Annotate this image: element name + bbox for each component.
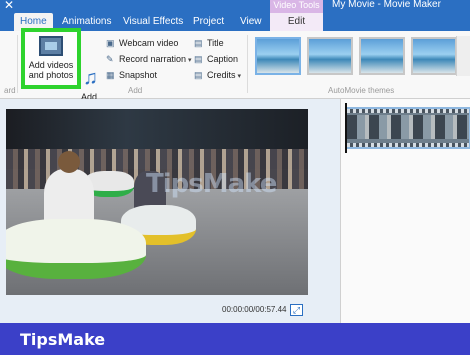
theme-thumbnail[interactable] [411, 37, 457, 75]
snapshot-button[interactable]: ▦ Snapshot [106, 68, 157, 82]
title-icon: ▤ [194, 38, 203, 48]
add-videos-and-photos-button[interactable]: Add videos and photos [21, 28, 81, 89]
theme-thumbnail[interactable] [359, 37, 405, 75]
film-photo-icon [39, 36, 63, 56]
footer-bar: TipsMake [0, 323, 470, 355]
filmstrip-edge [347, 143, 469, 147]
preview-pane: TipsMake 00:00:00/00:57.44 ⤢ [0, 99, 340, 323]
brand-logo: TipsMake [20, 330, 106, 349]
record-narration-button[interactable]: ✎ Record narration ▾ [106, 52, 192, 66]
ribbon-tab-bar: ✕ Home Animations Visual Effects Project… [0, 0, 470, 31]
title-button[interactable]: ▤ Title [194, 36, 224, 50]
webcam-icon: ▣ [106, 38, 115, 48]
bumper-car [6, 219, 146, 279]
movie-maker-window: ✕ Home Animations Visual Effects Project… [0, 0, 470, 323]
video-tools-label: Video Tools [273, 0, 320, 10]
watermark: TipsMake [146, 169, 277, 199]
group-label-themes: AutoMovie themes [328, 86, 395, 95]
caption-label: Caption [207, 54, 239, 64]
themes-scrollbar[interactable] [456, 36, 470, 76]
window-title: My Movie - Movie Maker [332, 0, 441, 10]
music-note-icon: ♫ [83, 67, 98, 89]
camera-icon: ▦ [106, 70, 115, 80]
tab-view[interactable]: View [234, 13, 268, 31]
chevron-down-icon: ▾ [237, 73, 242, 80]
credits-icon: ▤ [194, 70, 203, 80]
theme-thumbnail[interactable] [255, 37, 301, 75]
quick-access-icon[interactable]: ✕ [4, 0, 14, 11]
storyboard-pane [340, 99, 470, 323]
video-preview[interactable]: TipsMake [6, 109, 308, 295]
tab-visual-effects[interactable]: Visual Effects [117, 13, 189, 31]
caption-icon: ▤ [194, 54, 203, 64]
group-label-add: Add [128, 86, 143, 95]
webcam-video-button[interactable]: ▣ Webcam video [106, 36, 178, 50]
credits-button[interactable]: ▤ Credits ▾ [194, 68, 241, 82]
add-videos-label: Add videos and photos [28, 60, 74, 80]
playhead[interactable] [345, 103, 347, 153]
group-label-fragment: ard [4, 86, 16, 95]
chevron-down-icon: ▾ [188, 57, 192, 64]
tab-edit[interactable]: Edit [270, 13, 323, 31]
title-label: Title [207, 38, 224, 48]
ribbon-separator [247, 35, 248, 93]
caption-button[interactable]: ▤ Caption [194, 52, 238, 66]
video-clip-thumbnail[interactable] [345, 107, 470, 149]
record-narration-label: Record narration [119, 54, 187, 64]
microphone-icon: ✎ [106, 54, 114, 64]
filmstrip-edge [347, 109, 469, 113]
clip-frames [347, 115, 469, 139]
theme-thumbnail[interactable] [307, 37, 353, 75]
timecode: 00:00:00/00:57.44 [222, 305, 287, 314]
snapshot-label: Snapshot [119, 70, 158, 80]
webcam-label: Webcam video [119, 38, 179, 48]
ribbon-separator [17, 35, 18, 93]
video-tools-context: Video Tools Edit [270, 0, 323, 31]
credits-label: Credits [207, 70, 236, 80]
tab-project[interactable]: Project [187, 13, 230, 31]
fullscreen-icon[interactable]: ⤢ [290, 304, 303, 316]
